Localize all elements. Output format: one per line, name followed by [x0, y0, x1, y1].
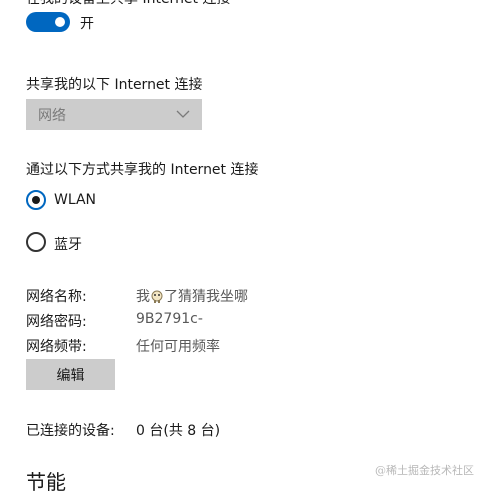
- radio-wlan[interactable]: [26, 190, 46, 210]
- section-heading-power-saving: 节能: [26, 470, 66, 494]
- network-name-suffix: 了猜猜我坐哪: [164, 289, 248, 305]
- share-from-label: 共享我的以下 Internet 连接: [26, 77, 203, 93]
- radio-bluetooth[interactable]: [26, 232, 46, 252]
- connected-devices-label: 已连接的设备:: [26, 423, 115, 439]
- toggle-state-label: 开: [80, 16, 94, 32]
- chevron-down-icon: [176, 110, 190, 118]
- network-name-value: 我了猜猜我坐哪: [136, 286, 248, 306]
- radio-selected-dot: [32, 196, 40, 204]
- mobile-hotspot-toggle[interactable]: [26, 12, 70, 32]
- network-name-label: 网络名称:: [26, 289, 87, 305]
- radio-bluetooth-label[interactable]: 蓝牙: [54, 234, 82, 254]
- network-name-prefix: 我: [136, 289, 150, 305]
- network-password-label: 网络密码:: [26, 314, 87, 330]
- radio-wlan-label[interactable]: WLAN: [54, 192, 96, 208]
- share-over-label: 通过以下方式共享我的 Internet 连接: [26, 162, 259, 178]
- section-heading-share-connection: 在我的设备上共享 Internet 连接: [26, 0, 231, 8]
- network-password-value: 9B2791c-: [136, 311, 203, 327]
- connected-devices-value: 0 台(共 8 台): [136, 423, 221, 439]
- edit-button[interactable]: 编辑: [26, 359, 115, 390]
- toggle-knob: [55, 17, 65, 27]
- share-from-dropdown-value: 网络: [38, 108, 66, 124]
- share-from-dropdown[interactable]: 网络: [26, 99, 202, 130]
- sheep-emoji-icon: [151, 290, 163, 303]
- network-band-label: 网络频带:: [26, 339, 87, 355]
- watermark: @稀土掘金技术社区: [375, 464, 474, 477]
- network-band-value: 任何可用频率: [136, 339, 220, 355]
